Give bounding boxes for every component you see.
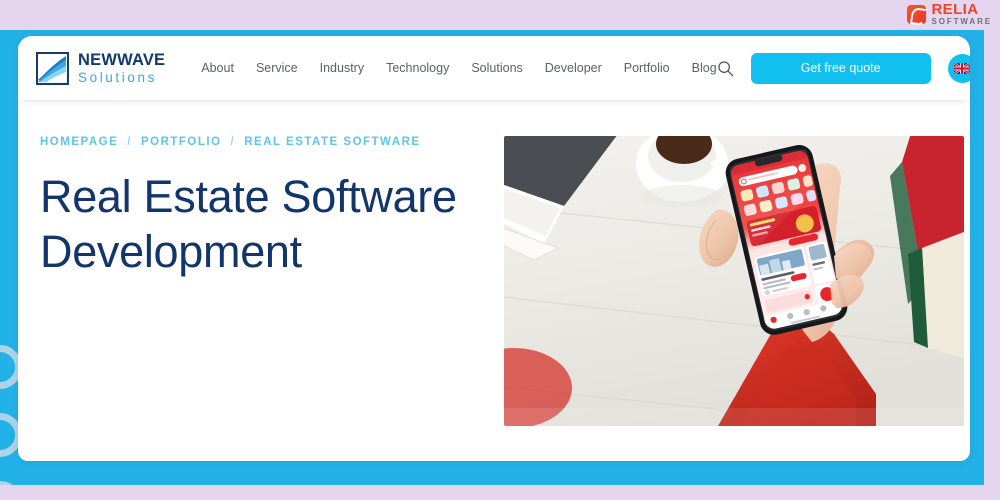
- brand-logo[interactable]: NEWWAVE Solutions: [36, 51, 165, 85]
- breadcrumb-separator: /: [127, 136, 132, 148]
- nav-item-portfolio[interactable]: Portfolio: [624, 61, 670, 75]
- main-navigation: About Service Industry Technology Soluti…: [201, 61, 716, 75]
- relia-subtitle: SOFTWARE: [931, 17, 992, 26]
- breadcrumb: HOMEPAGE / PORTFOLIO / REAL ESTATE SOFTW…: [40, 136, 500, 148]
- site-header: NEWWAVE Solutions About Service Industry…: [18, 36, 970, 100]
- breadcrumb-separator: /: [230, 136, 236, 148]
- hero-image: [504, 136, 964, 426]
- decorative-ring-icon: [0, 481, 22, 485]
- language-switcher[interactable]: [947, 53, 970, 83]
- website-page-card: NEWWAVE Solutions About Service Industry…: [18, 36, 970, 461]
- hero-image-container: [504, 136, 964, 426]
- page-title: Real Estate Software Development: [40, 171, 457, 277]
- nav-item-solutions[interactable]: Solutions: [471, 61, 522, 75]
- get-free-quote-button[interactable]: Get free quote: [750, 52, 931, 84]
- brand-tagline: Solutions: [78, 69, 157, 85]
- hero-text-column: HOMEPAGE / PORTFOLIO / REAL ESTATE SOFTW…: [18, 136, 500, 426]
- header-actions: Get free quote: [717, 52, 970, 84]
- hero-section: HOMEPAGE / PORTFOLIO / REAL ESTATE SOFTW…: [18, 100, 970, 426]
- breadcrumb-item-portfolio[interactable]: PORTFOLIO: [141, 136, 222, 148]
- nav-item-technology[interactable]: Technology: [386, 61, 449, 75]
- nav-item-service[interactable]: Service: [256, 61, 298, 75]
- brand-name: NEWWAVE: [78, 51, 166, 69]
- relia-wordmark: RELIA SOFTWARE: [931, 2, 992, 26]
- nav-item-about[interactable]: About: [201, 61, 234, 75]
- brand-text: NEWWAVE Solutions: [78, 52, 165, 84]
- relia-name: RELIA: [931, 1, 979, 18]
- nav-item-blog[interactable]: Blog: [692, 61, 717, 75]
- breadcrumb-item-homepage[interactable]: HOMEPAGE: [40, 136, 118, 148]
- wave-logo-icon: [36, 51, 69, 85]
- breadcrumb-item-current: REAL ESTATE SOFTWARE: [244, 136, 421, 148]
- relia-s-mark-icon: [907, 4, 927, 24]
- nav-item-industry[interactable]: Industry: [320, 61, 364, 75]
- relia-software-watermark: RELIA SOFTWARE: [907, 2, 992, 26]
- uk-flag-icon: [954, 62, 970, 74]
- nav-item-developer[interactable]: Developer: [545, 61, 602, 75]
- search-icon[interactable]: [717, 60, 734, 77]
